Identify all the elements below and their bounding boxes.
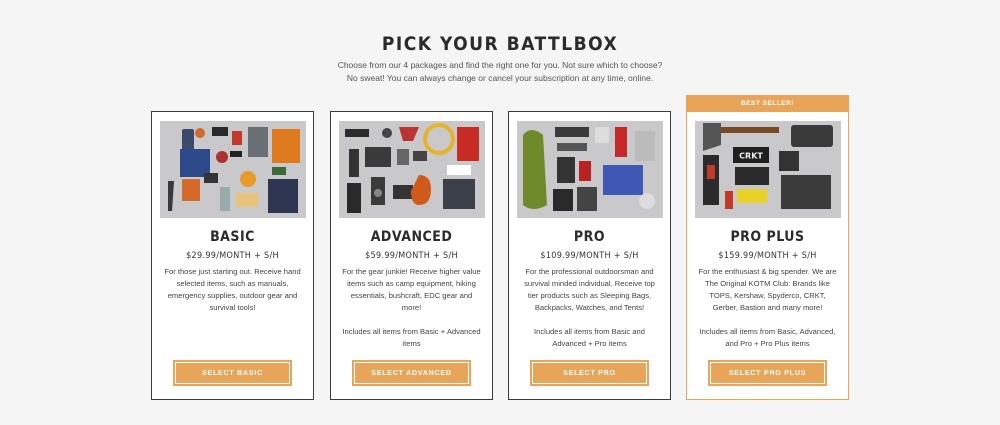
plan-card-advanced: ADVANCED $59.99/MONTH + S/H For the gear…	[330, 111, 493, 400]
select-advanced-button[interactable]: SELECT ADVANCED	[352, 360, 471, 386]
plan-includes-text: Includes all items from Basic, Advanced,…	[699, 327, 836, 348]
plan-includes-text: Includes all items from Basic and Advanc…	[534, 327, 645, 348]
plan-price-pro-plus: $159.99/MONTH + S/H	[718, 251, 817, 261]
plan-image-pro-plus: CRKT	[695, 121, 841, 218]
plan-name-basic: BASIC	[210, 229, 255, 245]
page-subtitle: Choose from our 4 packages and find the …	[0, 59, 1000, 84]
plan-description-advanced: For the gear junkie! Receive higher valu…	[341, 266, 482, 350]
select-pro-button[interactable]: SELECT PRO	[530, 360, 649, 386]
plan-description-pro-plus: For the enthusiast & big spender. We are…	[697, 266, 838, 350]
plan-description-text: For the enthusiast & big spender. We are…	[698, 267, 837, 312]
plan-card-pro-plus: BEST SELLER! CRKT PRO PLUS $159.99/MONTH…	[686, 95, 849, 400]
plan-name-pro-plus: PRO PLUS	[730, 229, 805, 245]
plan-includes-text: Includes all items from Basic + Advanced…	[342, 327, 481, 348]
plan-name-advanced: ADVANCED	[370, 229, 453, 245]
subtitle-line-1: Choose from our 4 packages and find the …	[337, 60, 663, 70]
plan-name-pro: PRO	[573, 229, 606, 245]
plan-price-advanced: $59.99/MONTH + S/H	[365, 251, 458, 261]
plan-description-text: For those just starting out. Receive han…	[164, 267, 301, 312]
plan-description-basic: For those just starting out. Receive han…	[162, 266, 303, 314]
subtitle-line-2: No sweat! You can always change or cance…	[346, 72, 654, 83]
plan-description-text: For the gear junkie! Receive higher valu…	[342, 267, 481, 312]
plan-price-pro: $109.99/MONTH + S/H	[540, 251, 639, 261]
best-seller-badge: BEST SELLER!	[687, 96, 848, 112]
page-title: PICK YOUR BATTLBOX	[381, 33, 619, 55]
plan-card-pro: PRO $109.99/MONTH + S/H For the professi…	[508, 111, 671, 400]
plan-image-pro	[517, 121, 663, 218]
plan-card-basic: BASIC $29.99/MONTH + S/H For those just …	[151, 111, 314, 400]
plan-price-basic: $29.99/MONTH + S/H	[186, 251, 279, 261]
crkt-label: CRKT	[739, 152, 763, 161]
plan-description-text: For the professional outdoorsman and sur…	[524, 267, 655, 312]
plan-image-advanced	[339, 121, 485, 218]
select-pro-plus-button[interactable]: SELECT PRO PLUS	[708, 360, 827, 386]
plan-image-basic	[160, 121, 306, 218]
plan-description-pro: For the professional outdoorsman and sur…	[519, 266, 660, 350]
select-basic-button[interactable]: SELECT BASIC	[173, 360, 292, 386]
